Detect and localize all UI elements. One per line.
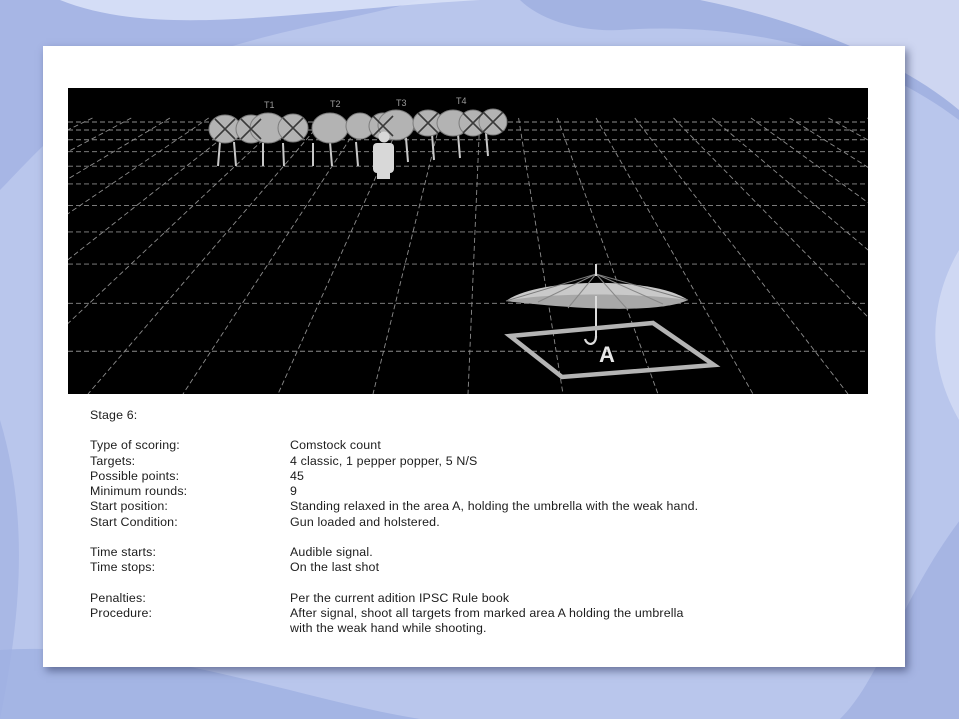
field-value: 9 [290,484,298,499]
field-value: Gun loaded and holstered. [290,514,440,529]
field-value: After signal, shoot all targets from mar… [290,605,684,620]
field-row: Targets: 4 classic, 1 pepper popper, 5 N/… [90,454,880,469]
field-label: Start position: [90,499,169,514]
field-value: On the last shot [290,560,380,575]
field-row: Minimum rounds: 9 [90,484,880,499]
field-label: Targets: [90,453,136,468]
target-label: T1 [264,100,275,110]
field-label [90,621,290,636]
field-value: 45 [290,468,305,483]
document-card: T1 T2 T3 T4 A Stage 6: Type of scoring: … [43,46,905,667]
field-row: with the weak hand while shooting. [90,621,880,636]
target-label: T2 [330,99,341,109]
field-row: Start Condition: Gun loaded and holstered… [90,515,880,530]
stage-description: Stage 6: Type of scoring: Comstock count T… [90,408,880,637]
field-value: 4 classic, 1 pepper popper, 5 N/S [290,453,478,468]
field-value: Comstock count [290,438,381,453]
stage-diagram-canvas: T1 T2 T3 T4 A [68,88,868,394]
field-label: Type of scoring: [90,438,180,453]
field-label: Possible points: [90,468,180,483]
field-label: Time stops: [90,560,156,575]
field-row: Type of scoring: Comstock count [90,438,880,453]
field-row: Penalties: Per the current adition IPSC R… [90,591,880,606]
field-row: Time stops: On the last shot [90,560,880,575]
stage-fields: Type of scoring: Comstock count Targets: 4 … [90,438,880,636]
target-label: T4 [456,96,467,106]
field-value: Audible signal. [290,545,373,560]
field-value: Per the current adition IPSC Rule book [290,590,510,605]
stage-diagram: T1 T2 T3 T4 A [68,88,868,394]
field-label: Time starts: [90,545,157,560]
target-label: T3 [396,98,407,108]
field-row: Start position: Standing relaxed in the a… [90,499,880,514]
area-label: A [599,342,615,367]
target-plate [311,112,349,144]
field-row: Time starts: Audible signal. [90,545,880,560]
field-label: Penalties: [90,590,146,605]
field-label: Procedure: [90,605,153,620]
field-label: Start Condition: [90,514,178,529]
field-value: with the weak hand while shooting. [290,621,487,636]
field-label: Minimum rounds: [90,484,188,499]
field-row: Procedure: After signal, shoot all target… [90,606,880,621]
field-row: Possible points: 45 [90,469,880,484]
field-value: Standing relaxed in the area A, holding … [290,499,699,514]
stage-title: Stage 6: [90,408,138,422]
